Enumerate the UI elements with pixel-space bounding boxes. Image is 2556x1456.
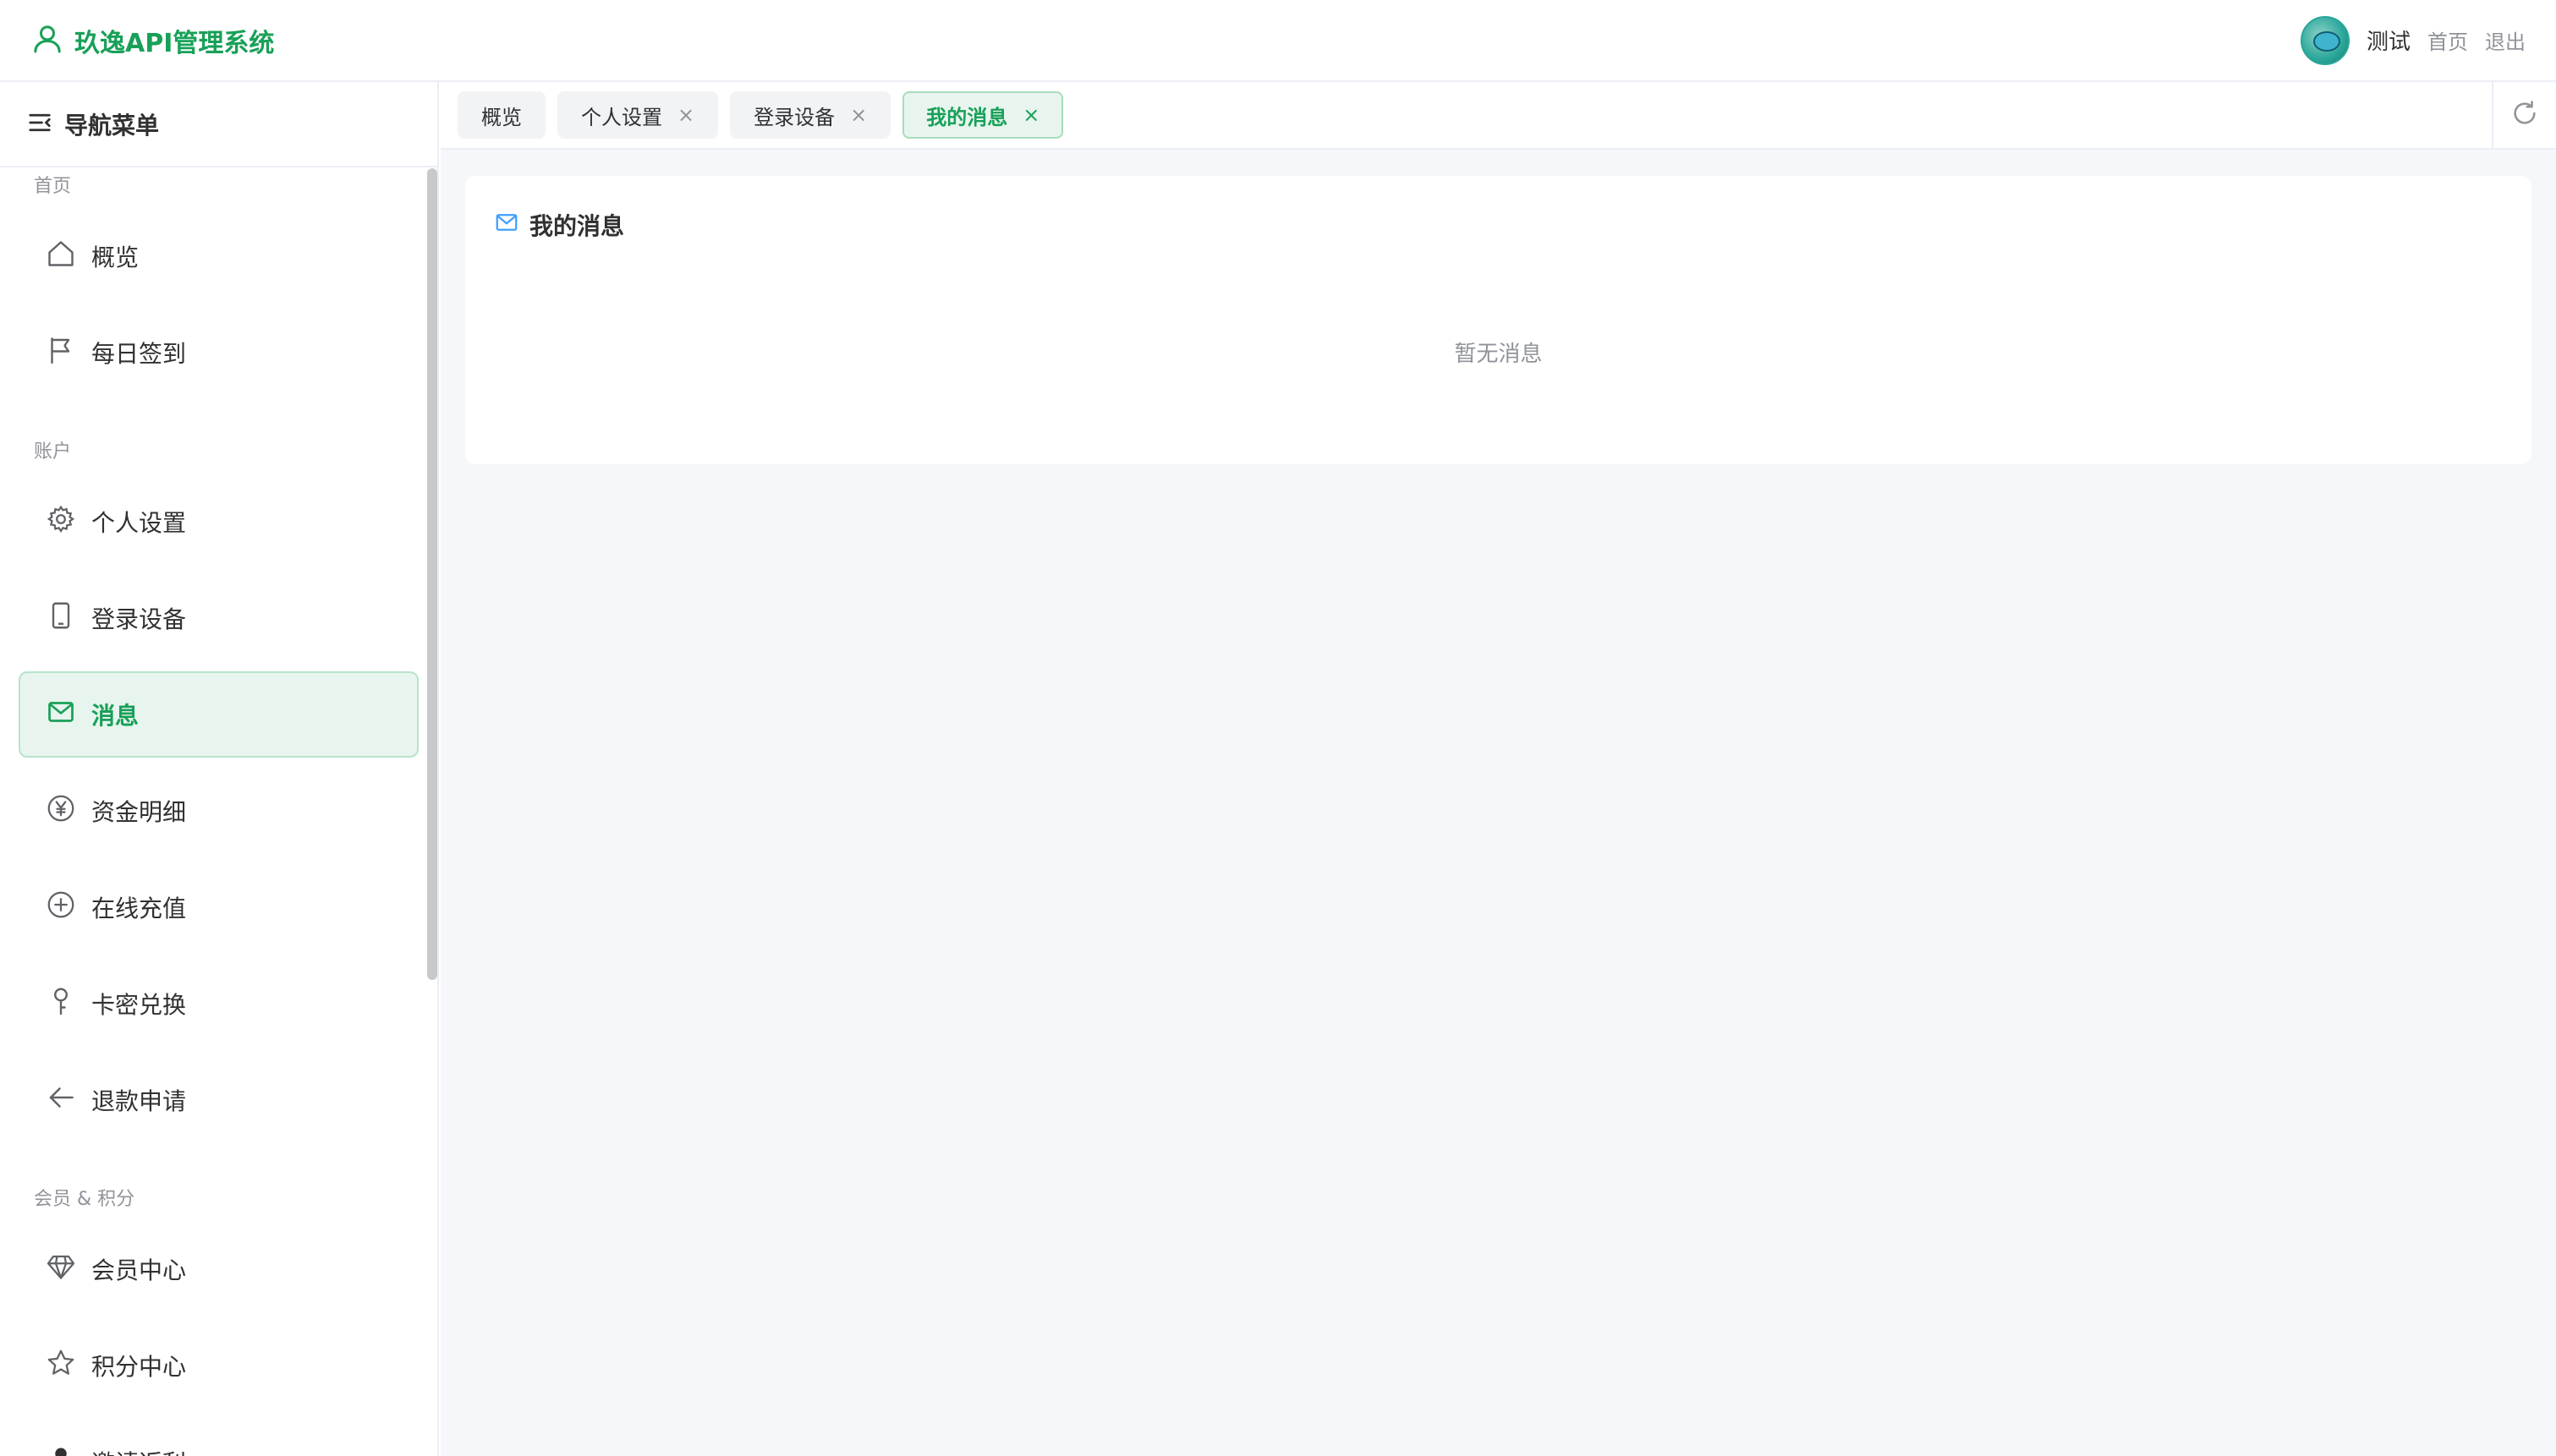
sidebar-item-checkin[interactable]: 每日签到 (19, 309, 419, 396)
close-icon[interactable]: × (1023, 103, 1039, 127)
sidebar-item-points-center[interactable]: 积分中心 (19, 1322, 419, 1409)
close-icon[interactable]: × (677, 103, 694, 127)
sidebar-item-member-center[interactable]: 会员中心 (19, 1226, 419, 1312)
sidebar-item-label: 邀请返利 (91, 1445, 186, 1456)
card-header: 我的消息 (494, 208, 624, 242)
sidebar-item-messages[interactable]: 消息 (19, 671, 419, 758)
card-title: 我的消息 (529, 212, 625, 240)
tabs-bar: 概览 个人设置 × 登录设备 × 我的消息 × (441, 82, 2556, 150)
tab-login-devices[interactable]: 登录设备 × (730, 91, 891, 139)
sidebar-item-label: 退款申请 (91, 1087, 187, 1115)
avatar[interactable] (2300, 15, 2350, 65)
sidebar: 导航菜单 首页 概览 每日签到 账户 个人设置 登录设备 消息 资金明细 在线充… (0, 82, 439, 1456)
yen-icon (46, 793, 76, 829)
sidebar-item-label: 资金明细 (91, 798, 187, 826)
refresh-button[interactable] (2492, 82, 2556, 148)
username[interactable]: 测试 (2367, 25, 2411, 56)
sidebar-item-label: 个人设置 (91, 509, 187, 537)
tab-my-messages[interactable]: 我的消息 × (902, 91, 1064, 139)
tab-label: 我的消息 (926, 105, 1008, 129)
sidebar-item-login-devices[interactable]: 登录设备 (19, 575, 419, 661)
sidebar-item-fund-details[interactable]: 资金明细 (19, 768, 419, 854)
close-icon[interactable]: × (850, 103, 867, 127)
sidebar-menu: 首页 概览 每日签到 账户 个人设置 登录设备 消息 资金明细 在线充值 卡密兑… (0, 167, 437, 1456)
plus-circle-icon (46, 889, 76, 926)
sidebar-item-label: 概览 (91, 244, 140, 271)
user-outline-icon (30, 22, 64, 59)
sidebar-item-label: 会员中心 (91, 1256, 187, 1284)
sidebar-header[interactable]: 导航菜单 (0, 82, 437, 167)
tab-label: 个人设置 (581, 105, 662, 129)
star-icon (46, 1348, 76, 1384)
sidebar-scrollbar[interactable] (427, 168, 437, 980)
gear-icon (46, 504, 76, 540)
user-icon (46, 1444, 76, 1456)
sidebar-item-recharge[interactable]: 在线充值 (19, 864, 419, 950)
sidebar-item-card-redeem[interactable]: 卡密兑换 (19, 961, 419, 1047)
app-root: 玖逸API管理系统 测试 首页 退出 导航菜单 首页 概览 每日签到 账户 个人… (0, 0, 2556, 1456)
messages-card: 我的消息 暂无消息 (465, 176, 2531, 464)
menu-group-label-account: 账户 (34, 441, 72, 463)
menu-fold-icon (27, 110, 52, 139)
sidebar-item-label: 登录设备 (91, 605, 187, 633)
home-link[interactable]: 首页 (2427, 25, 2468, 55)
tab-label: 概览 (481, 105, 522, 129)
sidebar-title: 导航菜单 (64, 111, 160, 140)
mail-icon (46, 697, 76, 733)
brand[interactable]: 玖逸API管理系统 (30, 22, 274, 59)
top-header: 玖逸API管理系统 测试 首页 退出 (0, 0, 2556, 82)
flag-icon (46, 335, 76, 371)
menu-group-label-member: 会员 & 积分 (34, 1189, 135, 1210)
key-icon (46, 986, 76, 1022)
menu-group-label-home: 首页 (34, 176, 72, 197)
brand-title: 玖逸API管理系统 (74, 28, 275, 58)
sidebar-item-personal-settings[interactable]: 个人设置 (19, 479, 419, 565)
main-content: 我的消息 暂无消息 (441, 150, 2556, 1456)
tab-overview[interactable]: 概览 (458, 91, 546, 139)
sidebar-item-invite-rebate[interactable]: 邀请返利 (19, 1419, 419, 1456)
sidebar-item-overview[interactable]: 概览 (19, 213, 419, 299)
home-icon (46, 238, 76, 275)
sidebar-item-refund[interactable]: 退款申请 (19, 1057, 419, 1143)
mail-icon (494, 210, 519, 241)
empty-state-text: 暂无消息 (1454, 342, 1543, 367)
refresh-icon (2510, 99, 2539, 131)
tab-label: 登录设备 (754, 105, 836, 129)
header-user-area: 测试 首页 退出 (2300, 15, 2526, 65)
sidebar-item-label: 在线充值 (91, 895, 187, 922)
sidebar-item-label: 积分中心 (91, 1353, 187, 1381)
sidebar-item-label: 每日签到 (91, 340, 187, 368)
sidebar-item-label: 卡密兑换 (91, 991, 187, 1019)
tab-personal-settings[interactable]: 个人设置 × (557, 91, 719, 139)
logout-link[interactable]: 退出 (2485, 25, 2526, 55)
sidebar-item-label: 消息 (91, 702, 140, 730)
arrow-left-icon (46, 1082, 76, 1119)
diamond-icon (46, 1251, 76, 1288)
phone-icon (46, 600, 76, 637)
